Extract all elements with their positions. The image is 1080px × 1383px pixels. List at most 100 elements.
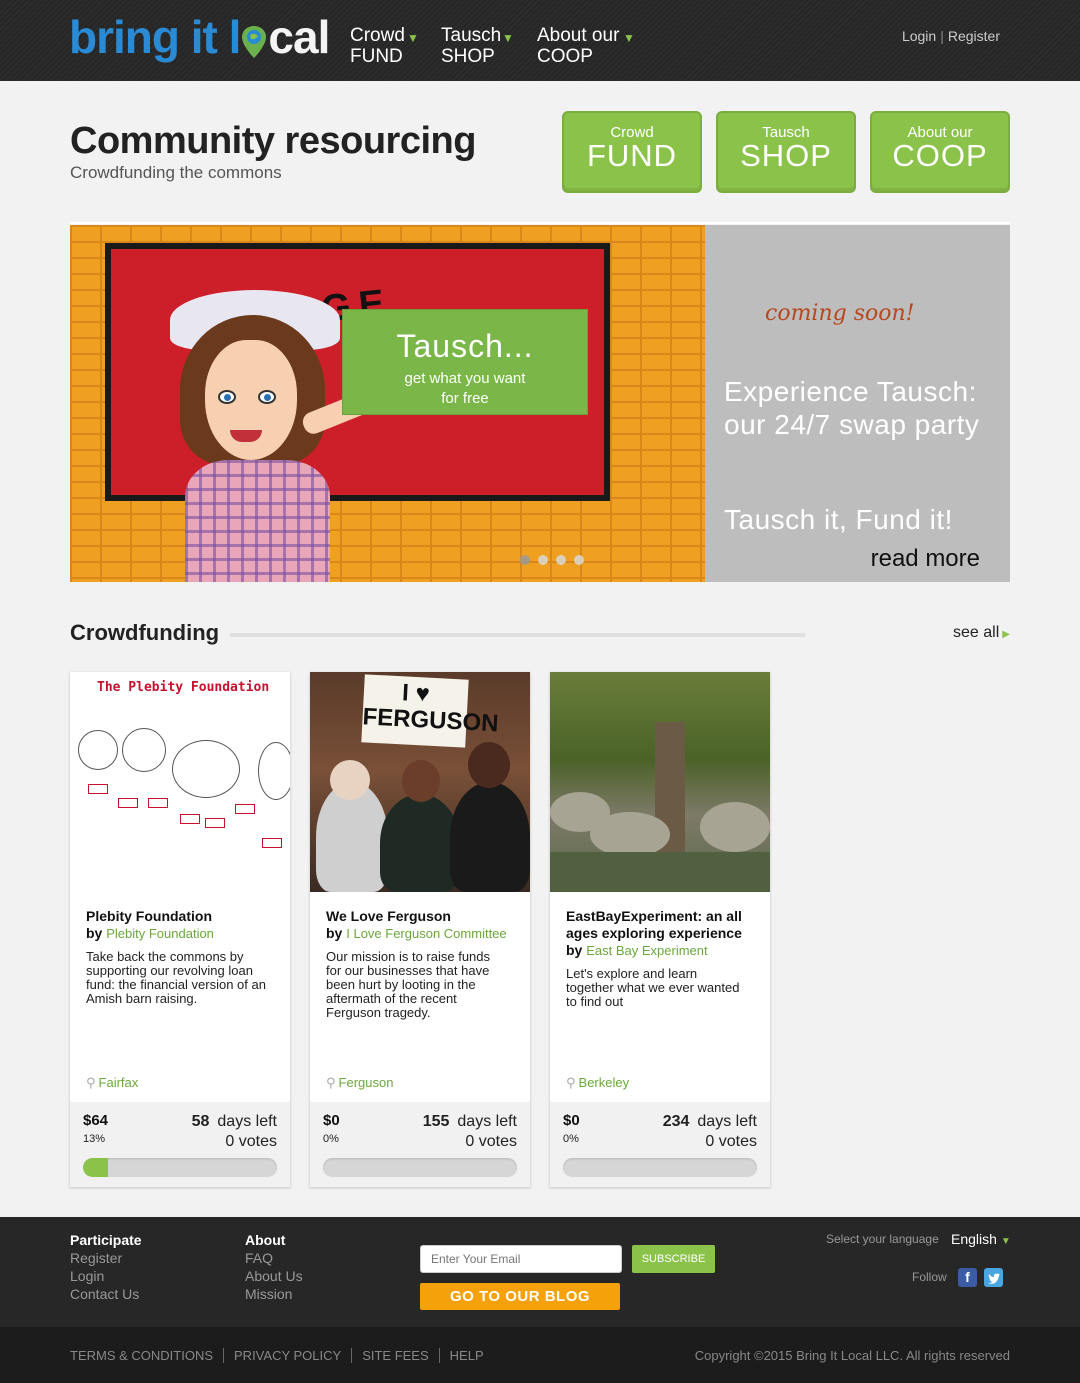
project-card[interactable]: The Plebity Foundation Plebity Foundatio… — [70, 672, 290, 1187]
slider-dot[interactable] — [556, 555, 566, 565]
amount-raised: $0 — [563, 1112, 580, 1129]
register-link[interactable]: Register — [948, 28, 1000, 44]
privacy-link[interactable]: PRIVACY POLICY — [223, 1348, 351, 1363]
location-text[interactable]: Ferguson — [339, 1075, 394, 1090]
language-label: Select your language — [826, 1232, 939, 1246]
diagram-box — [262, 838, 282, 848]
logo-text-white: cal — [268, 11, 330, 63]
project-stats: $64 13% 58 days left 0 votes — [70, 1102, 290, 1187]
project-stats: $0 0% 234 days left 0 votes — [550, 1102, 770, 1187]
project-location: ⚲ Ferguson — [326, 1075, 393, 1091]
project-title-text: We Love Ferguson — [326, 908, 451, 924]
slider-dot[interactable] — [574, 555, 584, 565]
character-eye — [258, 390, 276, 404]
votes-count: 0 votes — [225, 1133, 277, 1150]
hero-slider[interactable]: AGE Tausch... get what you want for free… — [70, 225, 1010, 582]
project-image[interactable]: I ♥ FERGUSON — [310, 672, 530, 892]
about-coop-button[interactable]: About our COOP — [870, 111, 1010, 193]
subscribe-button[interactable]: SUBSCRIBE — [632, 1245, 715, 1273]
location-text[interactable]: Berkeley — [579, 1075, 630, 1090]
character-shirt — [185, 460, 330, 582]
footer-link-register[interactable]: Register — [70, 1249, 142, 1267]
nav-label-bottom: COOP — [537, 46, 593, 67]
language-select[interactable]: English ▼ — [951, 1231, 1011, 1247]
tausch-shop-button[interactable]: Tausch SHOP — [716, 111, 856, 193]
footer-link-contact[interactable]: Contact Us — [70, 1285, 142, 1303]
footer-link-faq[interactable]: FAQ — [245, 1249, 303, 1267]
slider-dot[interactable] — [520, 555, 530, 565]
project-card[interactable]: EastBayExperiment: an all ages exploring… — [550, 672, 770, 1187]
project-owner-link[interactable]: East Bay Experiment — [586, 943, 707, 958]
site-fees-link[interactable]: SITE FEES — [351, 1348, 438, 1363]
project-owner-link[interactable]: Plebity Foundation — [106, 926, 214, 941]
location-text[interactable]: Fairfax — [99, 1075, 139, 1090]
ferguson-sign: I ♥ FERGUSON — [361, 674, 499, 748]
days-left: 58 days left — [192, 1113, 277, 1131]
percent-funded: 13% — [83, 1133, 106, 1145]
button-big-label: SHOP — [740, 138, 832, 173]
project-owner-link[interactable]: I Love Ferguson Committee — [346, 926, 506, 941]
map-pin-icon — [241, 16, 267, 58]
read-more-link[interactable]: read more — [871, 545, 980, 573]
project-title[interactable]: Plebity Foundation by Plebity Foundation — [86, 908, 276, 942]
nav-label-top: Crowd — [350, 25, 405, 46]
project-image[interactable] — [550, 672, 770, 892]
crowd-fund-button[interactable]: Crowd FUND — [562, 111, 702, 193]
project-title[interactable]: We Love Ferguson by I Love Ferguson Comm… — [326, 908, 516, 942]
facebook-icon[interactable]: f — [958, 1268, 977, 1287]
footer-link-login[interactable]: Login — [70, 1267, 142, 1285]
person-figure — [402, 760, 440, 802]
diagram-circle — [172, 740, 240, 798]
twitter-icon[interactable] — [984, 1268, 1003, 1287]
rock — [590, 812, 670, 857]
rock — [700, 802, 770, 852]
project-card[interactable]: I ♥ FERGUSON We Love Ferguson by I Love … — [310, 672, 530, 1187]
footer-link-about-us[interactable]: About Us — [245, 1267, 303, 1285]
see-all-label: see all — [953, 624, 1000, 641]
tausch-callout: Tausch... get what you want for free — [342, 309, 588, 415]
votes-count: 0 votes — [465, 1133, 517, 1150]
days-count: 58 — [191, 1113, 210, 1130]
site-footer: Participate Register Login Contact Us Ab… — [0, 1217, 1080, 1327]
project-title[interactable]: EastBayExperiment: an all ages exploring… — [566, 908, 756, 959]
site-logo[interactable]: bring it l cal — [69, 10, 330, 63]
coming-soon-text: coming soon! — [765, 301, 915, 326]
footer-about: About FAQ About Us Mission — [245, 1231, 303, 1303]
days-label: days left — [217, 1113, 277, 1130]
button-big-label: FUND — [586, 138, 678, 173]
by-label: by — [566, 942, 583, 958]
project-description: Our mission is to raise funds for our bu… — [326, 949, 491, 1020]
nav-about-coop[interactable]: About our COOP ▼ — [537, 25, 635, 67]
footer-heading: Participate — [70, 1232, 142, 1248]
diagram-circle — [78, 730, 118, 770]
diagram-box — [148, 798, 168, 808]
blog-button[interactable]: GO TO OUR BLOG — [420, 1283, 620, 1310]
nav-tausch-shop[interactable]: Tausch SHOP ▼ — [441, 25, 514, 67]
login-link[interactable]: Login — [902, 28, 936, 44]
nav-crowd-fund[interactable]: Crowd FUND ▼ — [350, 25, 419, 67]
terms-link[interactable]: TERMS & CONDITIONS — [70, 1348, 223, 1363]
slider-dot[interactable] — [538, 555, 548, 565]
person-figure — [330, 760, 370, 800]
project-title-text: Plebity Foundation — [86, 908, 212, 924]
slide-headline: Experience Tausch: our 24/7 swap party — [724, 375, 979, 441]
project-description: Take back the commons by supporting our … — [86, 949, 266, 1006]
chevron-down-icon: ▼ — [407, 31, 419, 45]
project-image[interactable]: The Plebity Foundation — [70, 672, 290, 892]
follow-label: Follow — [912, 1270, 947, 1284]
auth-links: Login | Register — [902, 28, 1000, 44]
email-field[interactable] — [420, 1245, 622, 1273]
button-big-label: COOP — [892, 138, 988, 173]
days-label: days left — [457, 1113, 517, 1130]
slide-image[interactable]: AGE Tausch... get what you want for free — [70, 225, 705, 582]
person-figure — [450, 782, 530, 892]
sub-footer: TERMS & CONDITIONS PRIVACY POLICY SITE F… — [0, 1327, 1080, 1383]
diagram-box — [180, 814, 200, 824]
headline-line: Experience Tausch: — [724, 376, 977, 407]
see-all-link[interactable]: see all ▶ — [953, 624, 1010, 642]
help-link[interactable]: HELP — [438, 1348, 494, 1363]
by-label: by — [326, 925, 343, 941]
footer-link-mission[interactable]: Mission — [245, 1285, 303, 1303]
map-pin-icon: ⚲ — [326, 1075, 336, 1090]
chevron-down-icon: ▼ — [502, 31, 514, 45]
